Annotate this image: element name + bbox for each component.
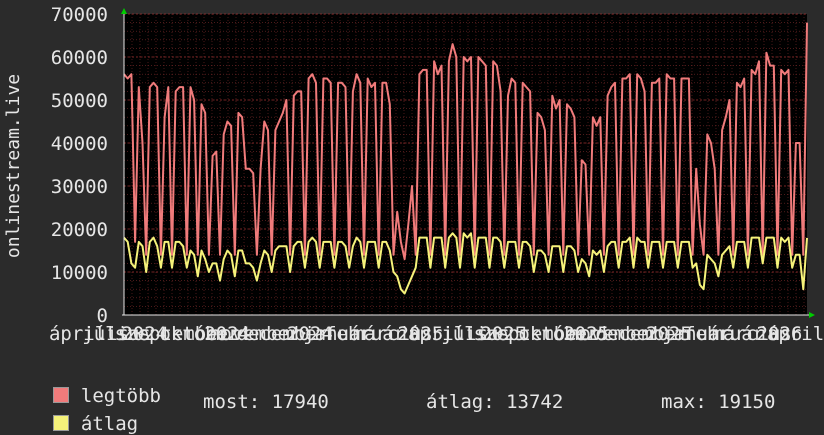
y-axis-label: onlinestream.live <box>3 74 24 258</box>
legend-swatch-atlag <box>52 415 69 431</box>
stat-most: most: 17940 <box>203 391 329 413</box>
y-tick-label: 40000 <box>51 133 108 155</box>
x-axis-arrow-icon <box>809 312 815 318</box>
stat-atlag: átlag: 13742 <box>426 391 564 413</box>
y-tick-label: 50000 <box>51 90 108 112</box>
y-tick-label: 30000 <box>51 176 108 198</box>
stat-max: max: 19150 <box>661 391 776 413</box>
y-tick-label: 10000 <box>51 262 108 284</box>
y-tick-label: 20000 <box>51 219 108 241</box>
y-tick-label: 60000 <box>51 47 108 69</box>
y-axis-arrow-icon <box>121 8 127 14</box>
y-tick-labels: 010000200003000040000500006000070000 <box>51 4 108 327</box>
x-tick-labels: áprilisjúlius2024szeptemberoktóber2024no… <box>49 323 824 345</box>
legend-label-atlag: átlag <box>80 413 139 435</box>
y-tick-label: 70000 <box>51 4 108 26</box>
chart: 010000200003000040000500006000070000 ápr… <box>3 4 824 345</box>
legend-item-atlag: átlag <box>30 391 138 435</box>
x-tick-label: április <box>767 323 824 345</box>
